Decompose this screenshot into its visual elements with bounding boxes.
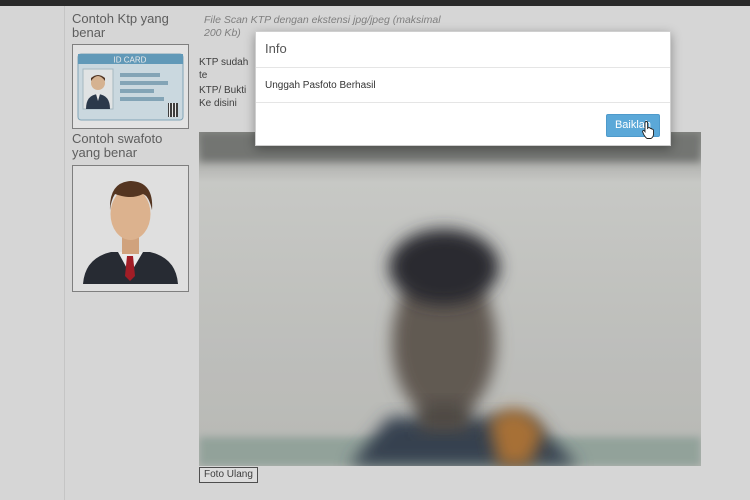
hand-pointer-icon [642, 121, 654, 139]
dialog-title: Info [265, 41, 287, 56]
dialog-message: Unggah Pasfoto Berhasil [265, 80, 376, 91]
dialog-header: Info [256, 32, 670, 68]
dialog-body: Unggah Pasfoto Berhasil [256, 68, 670, 103]
info-dialog: Info Unggah Pasfoto Berhasil Baiklah [255, 31, 671, 146]
dialog-footer: Baiklah [256, 103, 670, 147]
